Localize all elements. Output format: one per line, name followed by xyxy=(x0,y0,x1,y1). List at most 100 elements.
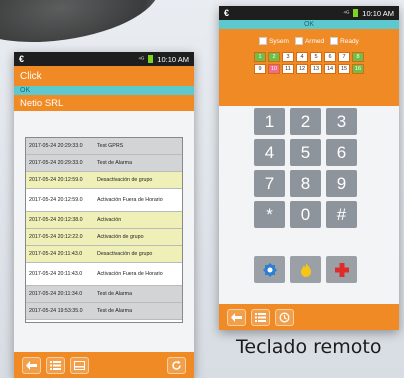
event-timestamp: 2017-05-24 19:53:35.0 xyxy=(29,308,83,314)
event-timestamp: 2017-05-24 20:11:34.0 xyxy=(29,291,83,297)
zone-indicator: 6 xyxy=(324,52,336,62)
ok-bar[interactable]: OK xyxy=(14,86,194,95)
zone-indicator: 12 xyxy=(296,64,308,74)
keypad-key[interactable]: 9 xyxy=(326,170,357,197)
zone-indicator: 5 xyxy=(310,52,322,62)
checkbox-box[interactable] xyxy=(330,37,339,45)
event-description: Test de Alarma xyxy=(97,159,133,166)
keypad-key[interactable]: 8 xyxy=(290,170,321,197)
event-row[interactable]: 2017-05-24 20:12:59.0 Activación Fuera de… xyxy=(26,189,182,212)
background-device xyxy=(0,0,165,54)
fire-icon[interactable] xyxy=(290,256,321,283)
event-timestamp: 2017-05-24 20:12:22.0 xyxy=(29,234,83,240)
zone-indicator: 9 xyxy=(254,64,266,74)
keypad-key[interactable]: 5 xyxy=(290,139,321,166)
event-description: Desactivación de grupo xyxy=(97,176,153,183)
zone-indicator: 4 xyxy=(296,52,308,62)
zone-indicator: 13 xyxy=(310,64,322,74)
zone-indicator: 8 xyxy=(352,52,364,62)
checkbox-ready[interactable]: Ready xyxy=(330,37,359,45)
zone-indicator: 15 xyxy=(338,64,350,74)
keypad: 1 2 3 4 5 6 7 8 9 * 0 # xyxy=(254,108,357,228)
bottom-toolbar xyxy=(14,352,194,378)
checkbox-box[interactable] xyxy=(259,37,268,45)
app-title: Click xyxy=(14,66,194,86)
event-description: Activación Fuera de Horario xyxy=(97,196,163,203)
carrier-icon: € xyxy=(224,8,230,18)
zone-indicator: 3 xyxy=(282,52,294,62)
keypad-key[interactable]: 3 xyxy=(326,108,357,135)
event-row[interactable]: 2017-05-24 20:12:38.0 Activación xyxy=(26,212,182,229)
back-arrow-icon[interactable] xyxy=(227,308,246,326)
event-description: Desactivación de grupo xyxy=(97,250,153,257)
event-timestamp: 2017-05-24 20:12:59.0 xyxy=(29,177,83,183)
list-icon[interactable] xyxy=(251,308,270,326)
event-description: Activación xyxy=(97,216,122,223)
status-time: 10:10 AM xyxy=(157,54,189,64)
signal-icon: ⁴ᴳ xyxy=(138,55,145,63)
status-bar: € ⁴ᴳ 10:10 AM xyxy=(14,52,194,66)
phone-event-log: € ⁴ᴳ 10:10 AM Click OK Netio SRL 2017-05… xyxy=(14,52,194,378)
status-panel: Sysem Armed Ready 1 2 3 4 5 6 7 8 9 10 11 12 13 14 15 1… xyxy=(219,29,399,106)
keypad-key[interactable]: 2 xyxy=(290,108,321,135)
zone-indicator: 2 xyxy=(268,52,280,62)
event-list[interactable]: 2017-05-24 20:29:33.0 Test GPRS 2017-05-24… xyxy=(25,137,183,323)
keypad-key[interactable]: * xyxy=(254,201,285,228)
keypad-key[interactable]: # xyxy=(326,201,357,228)
checkbox-box[interactable] xyxy=(294,37,303,45)
caption-text: Teclado remoto xyxy=(236,336,382,358)
refresh-icon[interactable] xyxy=(167,356,186,374)
ok-bar[interactable]: OK xyxy=(219,20,399,29)
status-checkboxes: Sysem Armed Ready xyxy=(219,29,399,45)
event-row[interactable]: 2017-05-24 20:11:43.0 Activación Fuera de… xyxy=(26,263,182,286)
keypad-key[interactable]: 0 xyxy=(290,201,321,228)
event-row[interactable]: 2017-05-24 20:12:22.0 Activación de grupo xyxy=(26,229,182,246)
checkbox-label: Sysem xyxy=(269,37,289,45)
keypad-key[interactable]: 1 xyxy=(254,108,285,135)
bottom-toolbar xyxy=(219,304,399,330)
status-time: 10:10 AM xyxy=(362,8,394,18)
event-timestamp: 2017-05-24 20:11:43.0 xyxy=(29,251,83,257)
list-icon[interactable] xyxy=(46,356,65,374)
event-description: Activación Fuera de Horario xyxy=(97,270,163,277)
keypad-key[interactable]: 4 xyxy=(254,139,285,166)
medical-cross-icon[interactable] xyxy=(326,256,357,283)
status-bar: € ⁴ᴳ 10:10 AM xyxy=(219,6,399,20)
account-name: Netio SRL xyxy=(14,95,194,111)
emergency-buttons xyxy=(254,256,357,283)
phone-remote-keypad: € ⁴ᴳ 10:10 AM OK Sysem Armed Ready 12345… xyxy=(219,6,399,330)
checkbox-label: Armed xyxy=(304,37,325,45)
event-row[interactable]: 2017-05-24 20:11:34.0 Test de Alarma xyxy=(26,286,182,303)
keypad-key[interactable]: 7 xyxy=(254,170,285,197)
event-row[interactable]: 2017-05-24 20:11:43.0 Desactivación de gr… xyxy=(26,246,182,263)
carrier-icon: € xyxy=(19,54,25,64)
event-row[interactable]: 2017-05-24 19:53:35.0 Test de Alarma xyxy=(26,303,182,320)
police-badge-icon[interactable] xyxy=(254,256,285,283)
event-description: Activación de grupo xyxy=(97,233,144,240)
event-timestamp: 2017-05-24 20:12:38.0 xyxy=(29,217,83,223)
event-description: Test GPRS xyxy=(97,142,124,149)
zone-indicator: 7 xyxy=(338,52,350,62)
checkbox-armed[interactable]: Armed xyxy=(294,37,325,45)
event-description: Test de Alarma xyxy=(97,307,133,314)
zone-indicator: 11 xyxy=(282,64,294,74)
battery-icon xyxy=(148,55,154,63)
keypad-key[interactable]: 6 xyxy=(326,139,357,166)
event-row[interactable]: 2017-05-24 20:29:33.0 Test GPRS xyxy=(26,138,182,155)
card-icon[interactable] xyxy=(70,356,89,374)
zone-indicator: 14 xyxy=(324,64,336,74)
zone-indicator: 16 xyxy=(352,64,364,74)
checkbox-label: Ready xyxy=(340,37,359,45)
event-timestamp: 2017-05-24 20:29:33.0 xyxy=(29,143,83,149)
checkbox-system[interactable]: Sysem xyxy=(259,37,289,45)
event-timestamp: 2017-05-24 20:29:33.0 xyxy=(29,160,83,166)
event-row[interactable]: 2017-05-24 20:12:59.0 Desactivación de gr… xyxy=(26,172,182,189)
event-timestamp: 2017-05-24 20:12:59.0 xyxy=(29,197,83,203)
signal-icon: ⁴ᴳ xyxy=(343,9,350,17)
back-arrow-icon[interactable] xyxy=(22,356,41,374)
event-row[interactable]: 2017-05-24 20:29:33.0 Test de Alarma xyxy=(26,155,182,172)
zone-indicator: 1 xyxy=(254,52,266,62)
history-icon[interactable] xyxy=(275,308,294,326)
battery-icon xyxy=(353,9,359,17)
zone-indicator: 10 xyxy=(268,64,280,74)
